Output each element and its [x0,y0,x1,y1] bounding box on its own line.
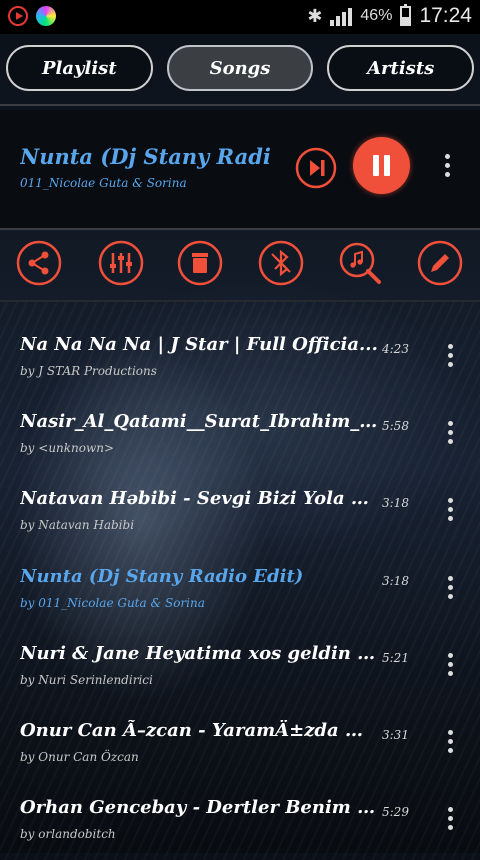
more-icon[interactable] [447,730,453,753]
more-icon[interactable] [447,653,453,676]
song-artist: by orlandobitch [20,827,116,841]
song-duration: 3:18 [382,496,409,510]
list-item[interactable]: Orhan Gencebay - Dertler Benim Ols... by… [0,783,480,860]
song-title: Nasir_Al_Qatami__Surat_Ibrahim_... [20,411,378,432]
song-artist: by Onur Can Özcan [20,750,139,764]
tab-bar: Playlist Songs Artists [6,45,475,91]
bluetooth-off-icon[interactable] [258,240,304,286]
song-duration: 3:18 [382,574,409,588]
battery-icon [400,4,412,26]
divider [0,104,480,106]
share-icon[interactable] [16,240,62,286]
song-title: Natavan Həbibi - Sevgi Bizi Yola Ve... [20,488,378,509]
color-wheel-app-icon [36,6,56,26]
list-item[interactable]: Natavan Həbibi - Sevgi Bizi Yola Ve... b… [0,474,480,551]
tab-playlist[interactable]: Playlist [6,45,153,91]
pause-button[interactable] [353,137,410,194]
signal-icon [330,6,353,26]
media-player-icon [8,6,28,26]
song-artist: by 011_Nicolae Guta & Sorina [20,596,205,610]
more-icon[interactable] [447,421,453,444]
divider [0,228,480,230]
song-title: Onur Can Ã–zcan - YaramÄ±zda Kal... [20,720,378,741]
bluetooth-icon: ✱ [307,5,323,26]
song-artist: by <unknown> [20,441,115,455]
more-icon[interactable] [447,807,453,830]
now-playing-artist: 011_Nicolae Guta & Sorina [20,176,187,190]
more-icon[interactable] [447,576,453,599]
tab-artists[interactable]: Artists [327,45,475,91]
song-title: Nuri & Jane Heyatima xos geldin 2017 [20,643,378,664]
song-duration: 3:31 [382,728,409,742]
clock: 17:24 [419,4,472,27]
list-item[interactable]: Na Na Na Na | J Star | Full Officia... b… [0,320,480,397]
song-duration: 4:23 [382,342,409,356]
list-item[interactable]: Nasir_Al_Qatami__Surat_Ibrahim_... by <u… [0,397,480,474]
song-duration: 5:21 [382,651,409,665]
tool-row [0,240,480,288]
battery-percent: 46% [360,7,393,24]
search-music-icon[interactable] [337,240,383,286]
song-artist: by Natavan Habibi [20,518,135,532]
more-icon[interactable] [447,498,453,521]
song-duration: 5:58 [382,419,409,433]
equalizer-icon[interactable] [98,240,144,286]
song-title: Nunta (Dj Stany Radio Edit) [20,566,304,587]
status-bar: ✱ 46% 17:24 [0,0,480,34]
edit-icon[interactable] [417,240,463,286]
next-icon[interactable] [294,146,338,190]
song-title: Na Na Na Na | J Star | Full Officia... [20,334,378,355]
song-artist: by Nuri Serinlendirici [20,673,153,687]
song-artist: by J STAR Productions [20,364,157,378]
now-playing-more-icon[interactable] [444,154,450,177]
tab-songs[interactable]: Songs [166,45,314,91]
song-title: Orhan Gencebay - Dertler Benim Ols... [20,797,378,818]
now-playing-title: Nunta (Dj Stany Radio [20,144,270,169]
divider [0,300,480,302]
list-item-current[interactable]: Nunta (Dj Stany Radio Edit) by 011_Nicol… [0,552,480,629]
more-icon[interactable] [447,344,453,367]
list-item[interactable]: Nuri & Jane Heyatima xos geldin 2017 by … [0,629,480,706]
delete-icon[interactable] [177,240,223,286]
song-duration: 5:29 [382,805,409,819]
list-item[interactable]: Onur Can Ã–zcan - YaramÄ±zda Kal... by O… [0,706,480,783]
